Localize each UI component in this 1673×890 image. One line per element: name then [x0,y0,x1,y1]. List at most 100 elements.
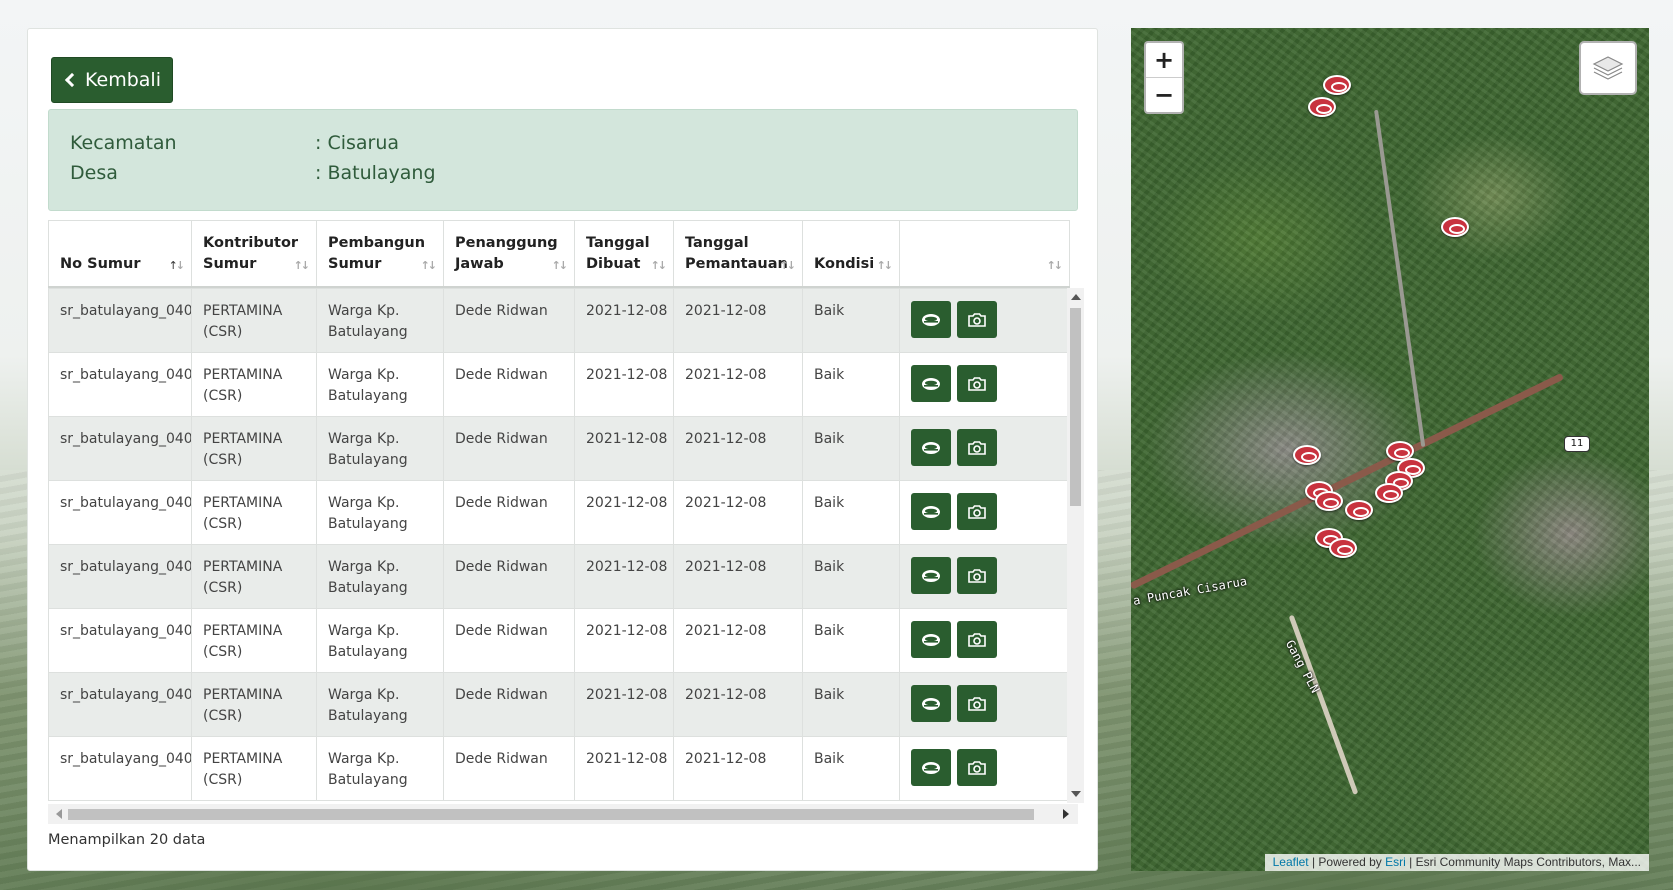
table-row[interactable]: sr_batulayang_0406 PERTAMINA (CSR) Warga Kp… [48,544,1070,609]
attribution-rest: | Esri Community Maps Contributors, Max.… [1405,855,1641,869]
table-body-viewport[interactable]: sr_batulayang_0402 PERTAMINA (CSR) Warga Kp… [48,288,1078,803]
table-cell: 2021-12-08 [574,672,674,737]
view-well-button[interactable] [911,749,951,786]
sort-icon[interactable]: ↑↓ [421,255,438,276]
cell-penanggung-jawab: Dede Ridwan [455,303,548,319]
row-actions [911,491,1058,530]
well-marker-icon[interactable] [1441,217,1469,237]
zoom-out-button[interactable]: − [1146,78,1182,113]
well-marker-icon[interactable] [1375,483,1403,503]
column-header-label: Sumur [203,255,257,272]
photo-button[interactable] [957,621,997,658]
table-cell: Baik [802,544,900,609]
cell-kontributor: (CSR) [203,516,243,532]
sort-icon[interactable]: ↑↓ [780,255,797,276]
sort-icon[interactable]: ↑↓ [877,255,894,276]
photo-button[interactable] [957,365,997,402]
cell-tanggal-dibuat: 2021-12-08 [586,367,668,383]
scroll-right-icon[interactable] [1063,809,1069,819]
view-well-button[interactable] [911,493,951,530]
view-well-button[interactable] [911,685,951,722]
zoom-in-button[interactable]: + [1146,43,1182,78]
photo-button[interactable] [957,749,997,786]
photo-button[interactable] [957,429,997,466]
well-marker-icon[interactable] [1323,75,1351,95]
photo-button[interactable] [957,557,997,594]
cell-kondisi: Baik [814,495,845,511]
table-cell: Baik [802,416,900,481]
well-marker-icon[interactable] [1315,491,1343,511]
table-cell: PERTAMINA (CSR) [191,352,317,417]
photo-button[interactable] [957,301,997,338]
table-cell: 2021-12-08 [673,288,803,353]
map-view[interactable]: a Puncak Cisarua Gang PLN 11 + − Leaflet… [1131,28,1649,871]
sort-icon[interactable]: ↑↓ [169,255,186,276]
column-header[interactable]: Tanggal Pemantauan ↑↓ [673,220,803,288]
well-marker-icon[interactable] [1345,500,1373,520]
cell-kondisi: Baik [814,559,845,575]
cell-penanggung-jawab: Dede Ridwan [455,431,548,447]
table-row[interactable]: sr_batulayang_0408 PERTAMINA (CSR) Warga Kp… [48,672,1070,737]
cell-tanggal-pemantauan: 2021-12-08 [685,367,767,383]
column-header[interactable]: No Sumur ↑↓ [48,220,192,288]
vertical-scroll-thumb[interactable] [1070,308,1081,506]
well-marker-icon[interactable] [1308,97,1336,117]
cell-no-sumur: sr_batulayang_0404 [60,431,192,447]
back-button[interactable]: Kembali [51,57,173,103]
esri-link[interactable]: Esri [1385,855,1406,869]
column-header-label: Pembangun [328,234,426,251]
horizontal-scroll-thumb[interactable] [68,809,1034,820]
table-cell: 2021-12-08 [673,736,803,801]
view-well-button[interactable] [911,621,951,658]
scroll-left-icon[interactable] [56,809,62,819]
table-row[interactable]: sr_batulayang_0404 PERTAMINA (CSR) Warga Kp… [48,416,1070,481]
photo-button[interactable] [957,493,997,530]
camera-icon [968,312,986,327]
scroll-up-icon[interactable] [1071,294,1081,300]
well-marker-icon[interactable] [1293,445,1321,465]
table-cell: PERTAMINA (CSR) [191,480,317,545]
scroll-down-icon[interactable] [1071,791,1081,797]
table-cell-actions [899,672,1070,737]
sort-icon[interactable]: ↑↓ [552,255,569,276]
info-row-kecamatan: Kecamatan : Cisarua [70,132,399,154]
table-cell: Dede Ridwan [443,672,575,737]
column-header[interactable]: ↑↓ [899,220,1070,288]
cell-kontributor: (CSR) [203,644,243,660]
column-header[interactable]: Pembangun Sumur ↑↓ [316,220,444,288]
column-header[interactable]: Penanggung Jawab ↑↓ [443,220,575,288]
well-marker-icon[interactable] [1329,538,1357,558]
table-row[interactable]: sr_batulayang_0405 PERTAMINA (CSR) Warga Kp… [48,480,1070,545]
vertical-scrollbar[interactable] [1067,288,1084,803]
table-row[interactable]: sr_batulayang_0409 PERTAMINA (CSR) Warga Kp… [48,736,1070,801]
data-panel: Kembali Kecamatan : Cisarua Desa : Batul… [27,28,1098,871]
view-well-button[interactable] [911,557,951,594]
view-well-button[interactable] [911,429,951,466]
table-row[interactable]: sr_batulayang_0402 PERTAMINA (CSR) Warga Kp… [48,288,1070,353]
column-header[interactable]: Kondisi ↑↓ [802,220,900,288]
table-row[interactable]: sr_batulayang_0407 PERTAMINA (CSR) Warga Kp… [48,608,1070,673]
column-header[interactable]: Kontributor Sumur ↑↓ [191,220,317,288]
photo-button[interactable] [957,685,997,722]
camera-icon [968,696,986,711]
layers-button[interactable] [1579,41,1637,95]
table-cell: Warga Kp. Batulayang [316,352,444,417]
table-cell: sr_batulayang_0409 [48,736,192,801]
sort-icon[interactable]: ↑↓ [294,255,311,276]
horizontal-scrollbar[interactable] [48,804,1078,824]
table-row[interactable]: sr_batulayang_0403 PERTAMINA (CSR) Warga Kp… [48,352,1070,417]
well-icon [922,505,940,518]
column-header[interactable]: Tanggal Dibuat ↑↓ [574,220,674,288]
cell-tanggal-dibuat: 2021-12-08 [586,687,668,703]
view-well-button[interactable] [911,365,951,402]
camera-icon [968,440,986,455]
cell-kontributor: PERTAMINA [203,751,283,767]
view-well-button[interactable] [911,301,951,338]
table-cell: Warga Kp. Batulayang [316,672,444,737]
sort-icon[interactable]: ↑↓ [1047,255,1064,276]
cell-pembangun: Batulayang [328,388,408,404]
table-cell-actions [899,736,1070,801]
sort-icon[interactable]: ↑↓ [651,255,668,276]
well-icon [922,377,940,390]
leaflet-link[interactable]: Leaflet [1273,855,1309,869]
